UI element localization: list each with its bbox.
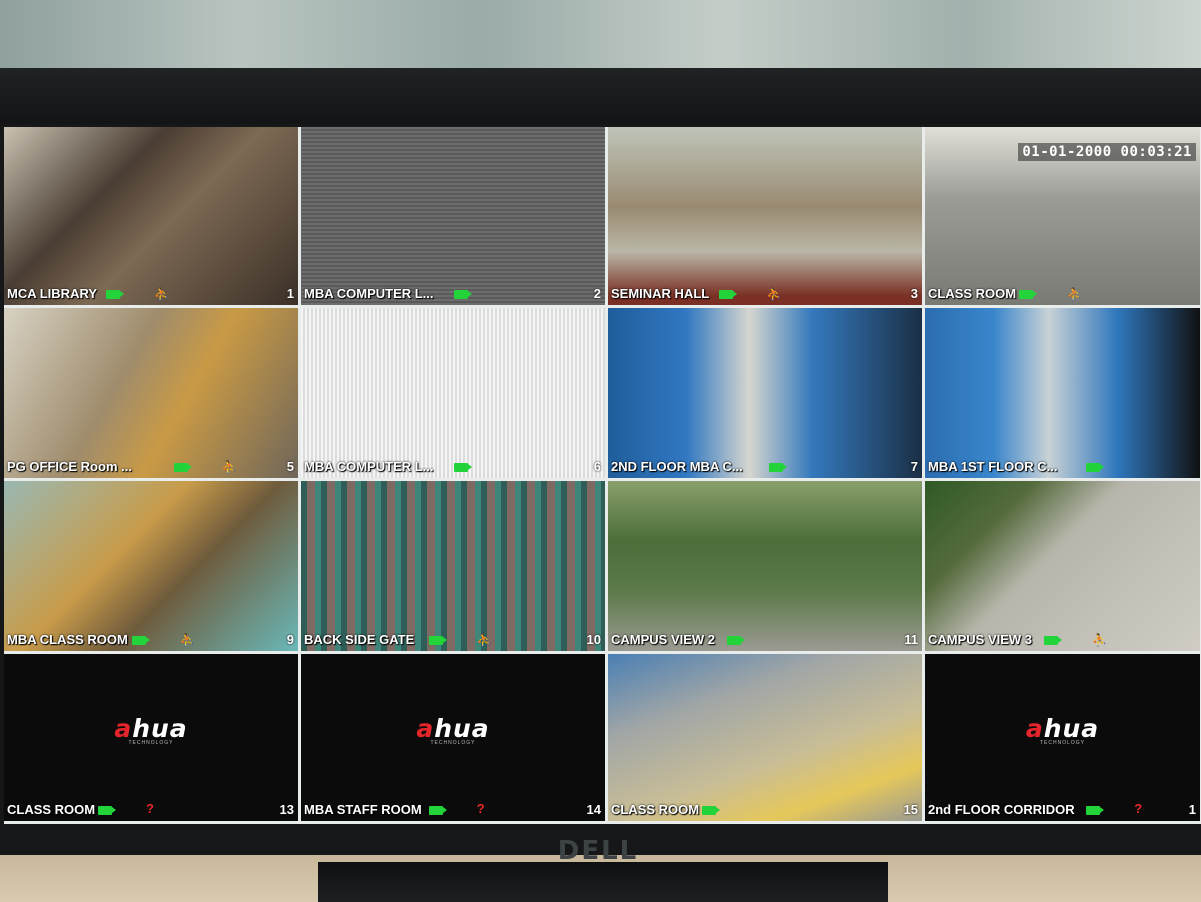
camera-tile[interactable]: CLASS ROOM 15 xyxy=(608,654,922,821)
camera-record-icon xyxy=(702,806,720,815)
question-mark-icon: ? xyxy=(1134,801,1143,816)
channel-number: 1 xyxy=(1188,802,1196,817)
camera-label: CAMPUS VIEW 3 xyxy=(928,632,1033,647)
camera-label: MBA CLASS ROOM xyxy=(7,632,128,647)
camera-record-icon xyxy=(453,290,472,299)
camera-record-icon xyxy=(98,806,116,815)
monitor-brand-logo: DELL xyxy=(557,836,639,866)
camera-label: MBA COMPUTER L... xyxy=(304,459,434,474)
camera-label: 2ND FLOOR MBA C... xyxy=(611,459,743,474)
camera-record-icon xyxy=(1044,636,1063,645)
camera-record-icon xyxy=(1086,806,1105,815)
camera-label: SEMINAR HALL xyxy=(611,286,710,301)
channel-number: 7 xyxy=(910,459,918,474)
camera-record-icon xyxy=(453,463,472,472)
camera-label: MBA STAFF ROOM xyxy=(304,802,422,817)
camera-tile[interactable]: CAMPUS VIEW 3 ⛹ xyxy=(925,481,1200,651)
camera-label: MBA COMPUTER L... xyxy=(304,286,434,301)
camera-tile[interactable]: ahua TECHNOLOGY MBA STAFF ROOM? 14 xyxy=(301,654,605,821)
camera-tile[interactable]: MBA COMPUTER L... 6 xyxy=(301,308,605,478)
camera-tile[interactable]: 2ND FLOOR MBA C... 7 xyxy=(608,308,922,478)
motion-alert-icon: ⛹ xyxy=(766,287,782,301)
camera-record-icon xyxy=(1019,290,1037,299)
camera-record-icon xyxy=(718,290,737,299)
camera-tile[interactable]: MBA 1ST FLOOR C... xyxy=(925,308,1200,478)
camera-label: PG OFFICE Room ... xyxy=(7,459,132,474)
cctv-grid: MCA LIBRARY ⛹ 1 MBA COMPUTER L... 2 SEMINAR H… xyxy=(4,127,1201,824)
background-wall xyxy=(0,0,1201,78)
channel-number: 2 xyxy=(593,286,601,301)
channel-number: 9 xyxy=(286,632,294,647)
camera-tile[interactable]: ahua TECHNOLOGY CLASS ROOM? 13 xyxy=(4,654,298,821)
dahua-logo: ahua TECHNOLOGY xyxy=(416,714,490,746)
camera-tile[interactable]: CAMPUS VIEW 2 11 xyxy=(608,481,922,651)
camera-tile[interactable]: MBA COMPUTER L... 2 xyxy=(301,127,605,305)
camera-tile[interactable]: PG OFFICE Room ... ⛹ 5 xyxy=(4,308,298,478)
motion-alert-icon: ⛹ xyxy=(1092,633,1108,647)
camera-label: CAMPUS VIEW 2 xyxy=(611,632,716,647)
camera-record-icon xyxy=(769,463,788,472)
motion-alert-icon: ⛹ xyxy=(179,633,195,647)
question-mark-icon: ? xyxy=(146,801,154,816)
motion-alert-icon: ⛹ xyxy=(221,460,237,474)
camera-tile[interactable]: SEMINAR HALL ⛹ 3 xyxy=(608,127,922,305)
camera-record-icon xyxy=(131,636,150,645)
channel-number: 15 xyxy=(903,802,918,817)
camera-label: CLASS ROOM xyxy=(7,802,96,817)
camera-label: MCA LIBRARY xyxy=(7,286,98,301)
channel-number: 5 xyxy=(286,459,294,474)
camera-record-icon xyxy=(173,463,192,472)
dahua-logo: ahua TECHNOLOGY xyxy=(1025,714,1100,746)
channel-number: 11 xyxy=(904,632,918,647)
camera-label: CLASS ROOM xyxy=(611,802,700,817)
channel-number: 10 xyxy=(586,632,601,647)
monitor-stand xyxy=(318,862,888,902)
camera-record-icon xyxy=(1086,463,1105,472)
camera-label: BACK SIDE GATE xyxy=(304,632,415,647)
camera-label: MBA 1ST FLOOR C... xyxy=(928,459,1058,474)
camera-tile[interactable]: BACK SIDE GATE ⛹ 10 xyxy=(301,481,605,651)
camera-tile[interactable]: 01-01-2000 00:03:21 CLASS ROOM ⛹ xyxy=(925,127,1200,305)
camera-tile[interactable]: MBA CLASS ROOM ⛹ 9 xyxy=(4,481,298,651)
channel-number: 14 xyxy=(586,802,601,817)
camera-label: CLASS ROOM xyxy=(928,286,1017,301)
motion-alert-icon: ⛹ xyxy=(476,633,492,647)
camera-label: 2nd FLOOR CORRIDOR xyxy=(928,802,1075,817)
channel-number: 13 xyxy=(279,802,294,817)
camera-record-icon xyxy=(428,636,447,645)
camera-record-icon xyxy=(727,636,746,645)
timestamp-overlay: 01-01-2000 00:03:21 xyxy=(1018,143,1196,161)
motion-alert-icon: ⛹ xyxy=(1067,287,1082,301)
camera-record-icon xyxy=(428,806,447,815)
dahua-logo: ahua TECHNOLOGY xyxy=(114,714,188,746)
channel-number: 3 xyxy=(910,286,918,301)
channel-number: 6 xyxy=(593,459,601,474)
camera-record-icon xyxy=(106,290,125,299)
channel-number: 1 xyxy=(286,286,294,301)
camera-tile[interactable]: MCA LIBRARY ⛹ 1 xyxy=(4,127,298,305)
motion-alert-icon: ⛹ xyxy=(154,287,170,301)
camera-tile[interactable]: ahua TECHNOLOGY 2nd FLOOR CORRIDOR? 1 xyxy=(925,654,1200,821)
question-mark-icon: ? xyxy=(476,801,485,816)
monitor-bezel-top xyxy=(0,68,1201,124)
